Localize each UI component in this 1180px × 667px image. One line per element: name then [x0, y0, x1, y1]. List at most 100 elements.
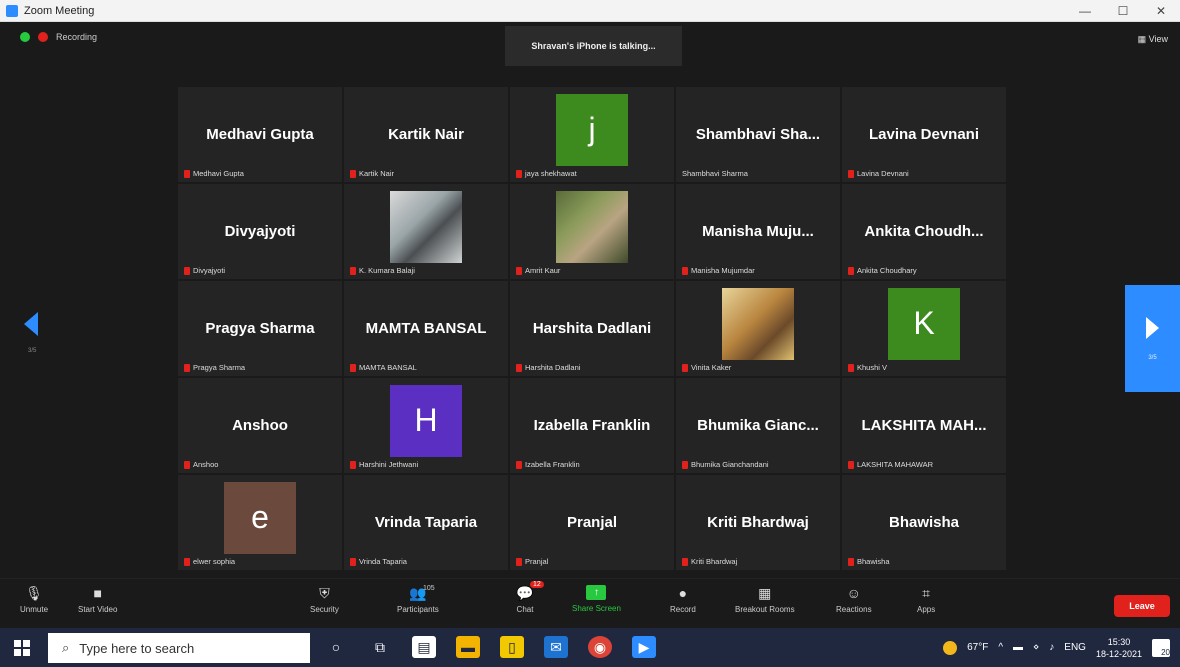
participant-tile[interactable]: Bhumika Gianc... Bhumika Gianchandani [675, 377, 841, 474]
participant-display-name: Manisha Muju... [702, 223, 814, 240]
participant-name-label: Bhawisha [848, 557, 890, 566]
muted-microphone-icon [848, 363, 854, 372]
participants-button[interactable]: 👥 Participants 105 [397, 585, 439, 615]
participant-display-name: LAKSHITA MAH... [861, 417, 987, 434]
search-placeholder: Type here to search [79, 640, 195, 656]
participant-tile[interactable]: LAKSHITA MAH... LAKSHITA MAHAWAR [841, 377, 1007, 474]
participant-name: Harshita Dadlani [525, 363, 581, 372]
minimize-button[interactable]: — [1066, 0, 1104, 22]
participant-tile[interactable]: Izabella Franklin Izabella Franklin [509, 377, 675, 474]
record-icon: ● [678, 585, 688, 601]
network-icon[interactable]: ⋄ [1033, 642, 1039, 653]
notification-count: 20 [1161, 647, 1170, 657]
participant-display-name: Anshoo [232, 417, 288, 434]
participant-avatar: K [888, 287, 960, 360]
participant-tile[interactable]: Ankita Choudh... Ankita Choudhary [841, 183, 1007, 280]
breakout-rooms-button[interactable]: ▦ Breakout Rooms [735, 585, 795, 615]
reactions-button[interactable]: ☺ Reactions [836, 585, 872, 614]
participant-name-label: Vrinda Taparia [350, 557, 407, 566]
sticky-notes-icon[interactable]: ▯ [500, 636, 524, 658]
security-status-icon[interactable] [20, 32, 30, 42]
participant-tile[interactable]: H Harshini Jethwani [343, 377, 509, 474]
file-explorer-icon[interactable]: ▬ [456, 636, 480, 658]
participant-tile[interactable]: K Khushi V [841, 280, 1007, 377]
participant-tile[interactable]: Kriti Bhardwaj Kriti Bhardwaj [675, 474, 841, 571]
participant-name: Kartik Nair [359, 169, 395, 178]
participant-name-label: LAKSHITA MAHAWAR [848, 460, 933, 469]
maximize-button[interactable]: ☐ [1104, 0, 1142, 22]
start-video-label: Start Video [78, 605, 118, 614]
participant-name-label: Medhavi Gupta [184, 169, 244, 178]
participant-tile[interactable]: Medhavi Gupta Medhavi Gupta [177, 86, 343, 183]
muted-microphone-icon [184, 557, 190, 566]
notification-icon[interactable]: 20 [1152, 638, 1170, 657]
chrome-icon[interactable]: ◉ [588, 636, 612, 658]
participant-tile[interactable]: K. Kumara Balaji [343, 183, 509, 280]
close-button[interactable]: ✕ [1142, 0, 1180, 22]
participant-photo [722, 287, 794, 360]
apps-button[interactable]: ⌗ Apps [917, 584, 936, 615]
chat-button[interactable]: 💬 12 Chat [516, 581, 544, 614]
participant-display-name: Izabella Franklin [533, 417, 651, 434]
start-video-button[interactable]: ■ Start Video [78, 585, 117, 614]
participant-name-label: MAMTA BANSAL [350, 363, 417, 372]
participant-tile[interactable]: e elwer sophia [177, 474, 343, 571]
participant-name: Amrit Kaur [525, 266, 561, 275]
grid-icon: ▦ [1137, 34, 1147, 44]
share-screen-icon: ↑ [586, 585, 607, 600]
participant-name-label: Anshoo [184, 460, 218, 469]
cortana-icon[interactable]: ○ [324, 636, 348, 658]
participant-tile[interactable]: Harshita Dadlani Harshita Dadlani [509, 280, 675, 377]
participant-tile[interactable]: Pranjal Pranjal [509, 474, 675, 571]
participant-name: Bhumika Gianchandani [691, 460, 769, 469]
mail-icon[interactable]: ✉ [544, 636, 568, 658]
participant-tile[interactable]: Manisha Muju... Manisha Mujumdar [675, 183, 841, 280]
battery-icon[interactable]: ▬ [1013, 642, 1023, 653]
unmute-button[interactable]: 🎙 Unmute [20, 585, 48, 615]
participant-tile[interactable]: Shambhavi Sha... Shambhavi Sharma [675, 86, 841, 183]
zoom-taskbar-icon[interactable]: ▶ [632, 636, 656, 658]
task-view-icon[interactable]: ⧉ [368, 636, 392, 658]
title-bar: Zoom Meeting — ☐ ✕ [0, 0, 1180, 22]
view-button[interactable]: ▦ View [1138, 34, 1168, 45]
leave-button[interactable]: Leave [1114, 595, 1170, 617]
apps-label: Apps [917, 605, 936, 614]
muted-microphone-icon [848, 557, 854, 566]
participant-name-label: Manisha Mujumdar [682, 266, 755, 275]
participant-tile[interactable]: Vinita Kaker [675, 280, 841, 377]
share-screen-button[interactable]: ↑ Share Screen [572, 585, 621, 613]
participant-name-label: Pragya Sharma [184, 363, 245, 372]
participant-tile[interactable]: Lavina Devnani Lavina Devnani [841, 86, 1007, 183]
chevron-up-icon[interactable]: ^ [998, 642, 1003, 653]
participant-tile[interactable]: Kartik Nair Kartik Nair [343, 86, 509, 183]
participant-tile[interactable]: Amrit Kaur [509, 183, 675, 280]
participant-name-label: Harshita Dadlani [516, 363, 580, 372]
participant-tile[interactable]: MAMTA BANSAL MAMTA BANSAL [343, 280, 509, 377]
reactions-label: Reactions [836, 605, 872, 614]
weather-icon[interactable] [943, 640, 958, 655]
participant-tile[interactable]: Pragya Sharma Pragya Sharma [177, 280, 343, 377]
participant-display-name: Pranjal [566, 514, 618, 531]
apps-icon: ⌗ [922, 584, 931, 601]
participant-tile[interactable]: Bhawisha Bhawisha [841, 474, 1007, 571]
meeting-toolbar: 🎙 Unmute ■ Start Video ⛨ Security 👥 Part… [0, 578, 1180, 628]
windows-start-icon[interactable] [14, 640, 30, 656]
language-indicator[interactable]: ENG [1064, 642, 1086, 653]
muted-microphone-icon [350, 363, 356, 372]
participant-name-label: Bhumika Gianchandani [682, 460, 769, 469]
participant-tile[interactable]: j jaya shekhawat [509, 86, 675, 183]
chat-label: Chat [516, 605, 534, 614]
notepad-icon[interactable]: ▤ [412, 636, 436, 658]
next-page-button[interactable]: 3/5 [1125, 285, 1180, 392]
participant-tile[interactable]: Divyajyoti Divyajyoti [177, 183, 343, 280]
clock-date: 18-12-2021 [1095, 648, 1142, 659]
previous-page-arrow-icon[interactable] [24, 312, 38, 336]
participant-tile[interactable]: Anshoo Anshoo [177, 377, 343, 474]
security-button[interactable]: ⛨ Security [310, 585, 339, 615]
taskbar-search-box[interactable]: ⌕ Type here to search [48, 633, 310, 663]
clock[interactable]: 15:30 18-12-2021 [1096, 636, 1142, 660]
participant-tile[interactable]: Vrinda Taparia Vrinda Taparia [343, 474, 509, 571]
record-button[interactable]: ● Record [670, 585, 696, 614]
volume-icon[interactable]: ♪ [1049, 642, 1054, 653]
muted-microphone-icon [350, 169, 356, 178]
